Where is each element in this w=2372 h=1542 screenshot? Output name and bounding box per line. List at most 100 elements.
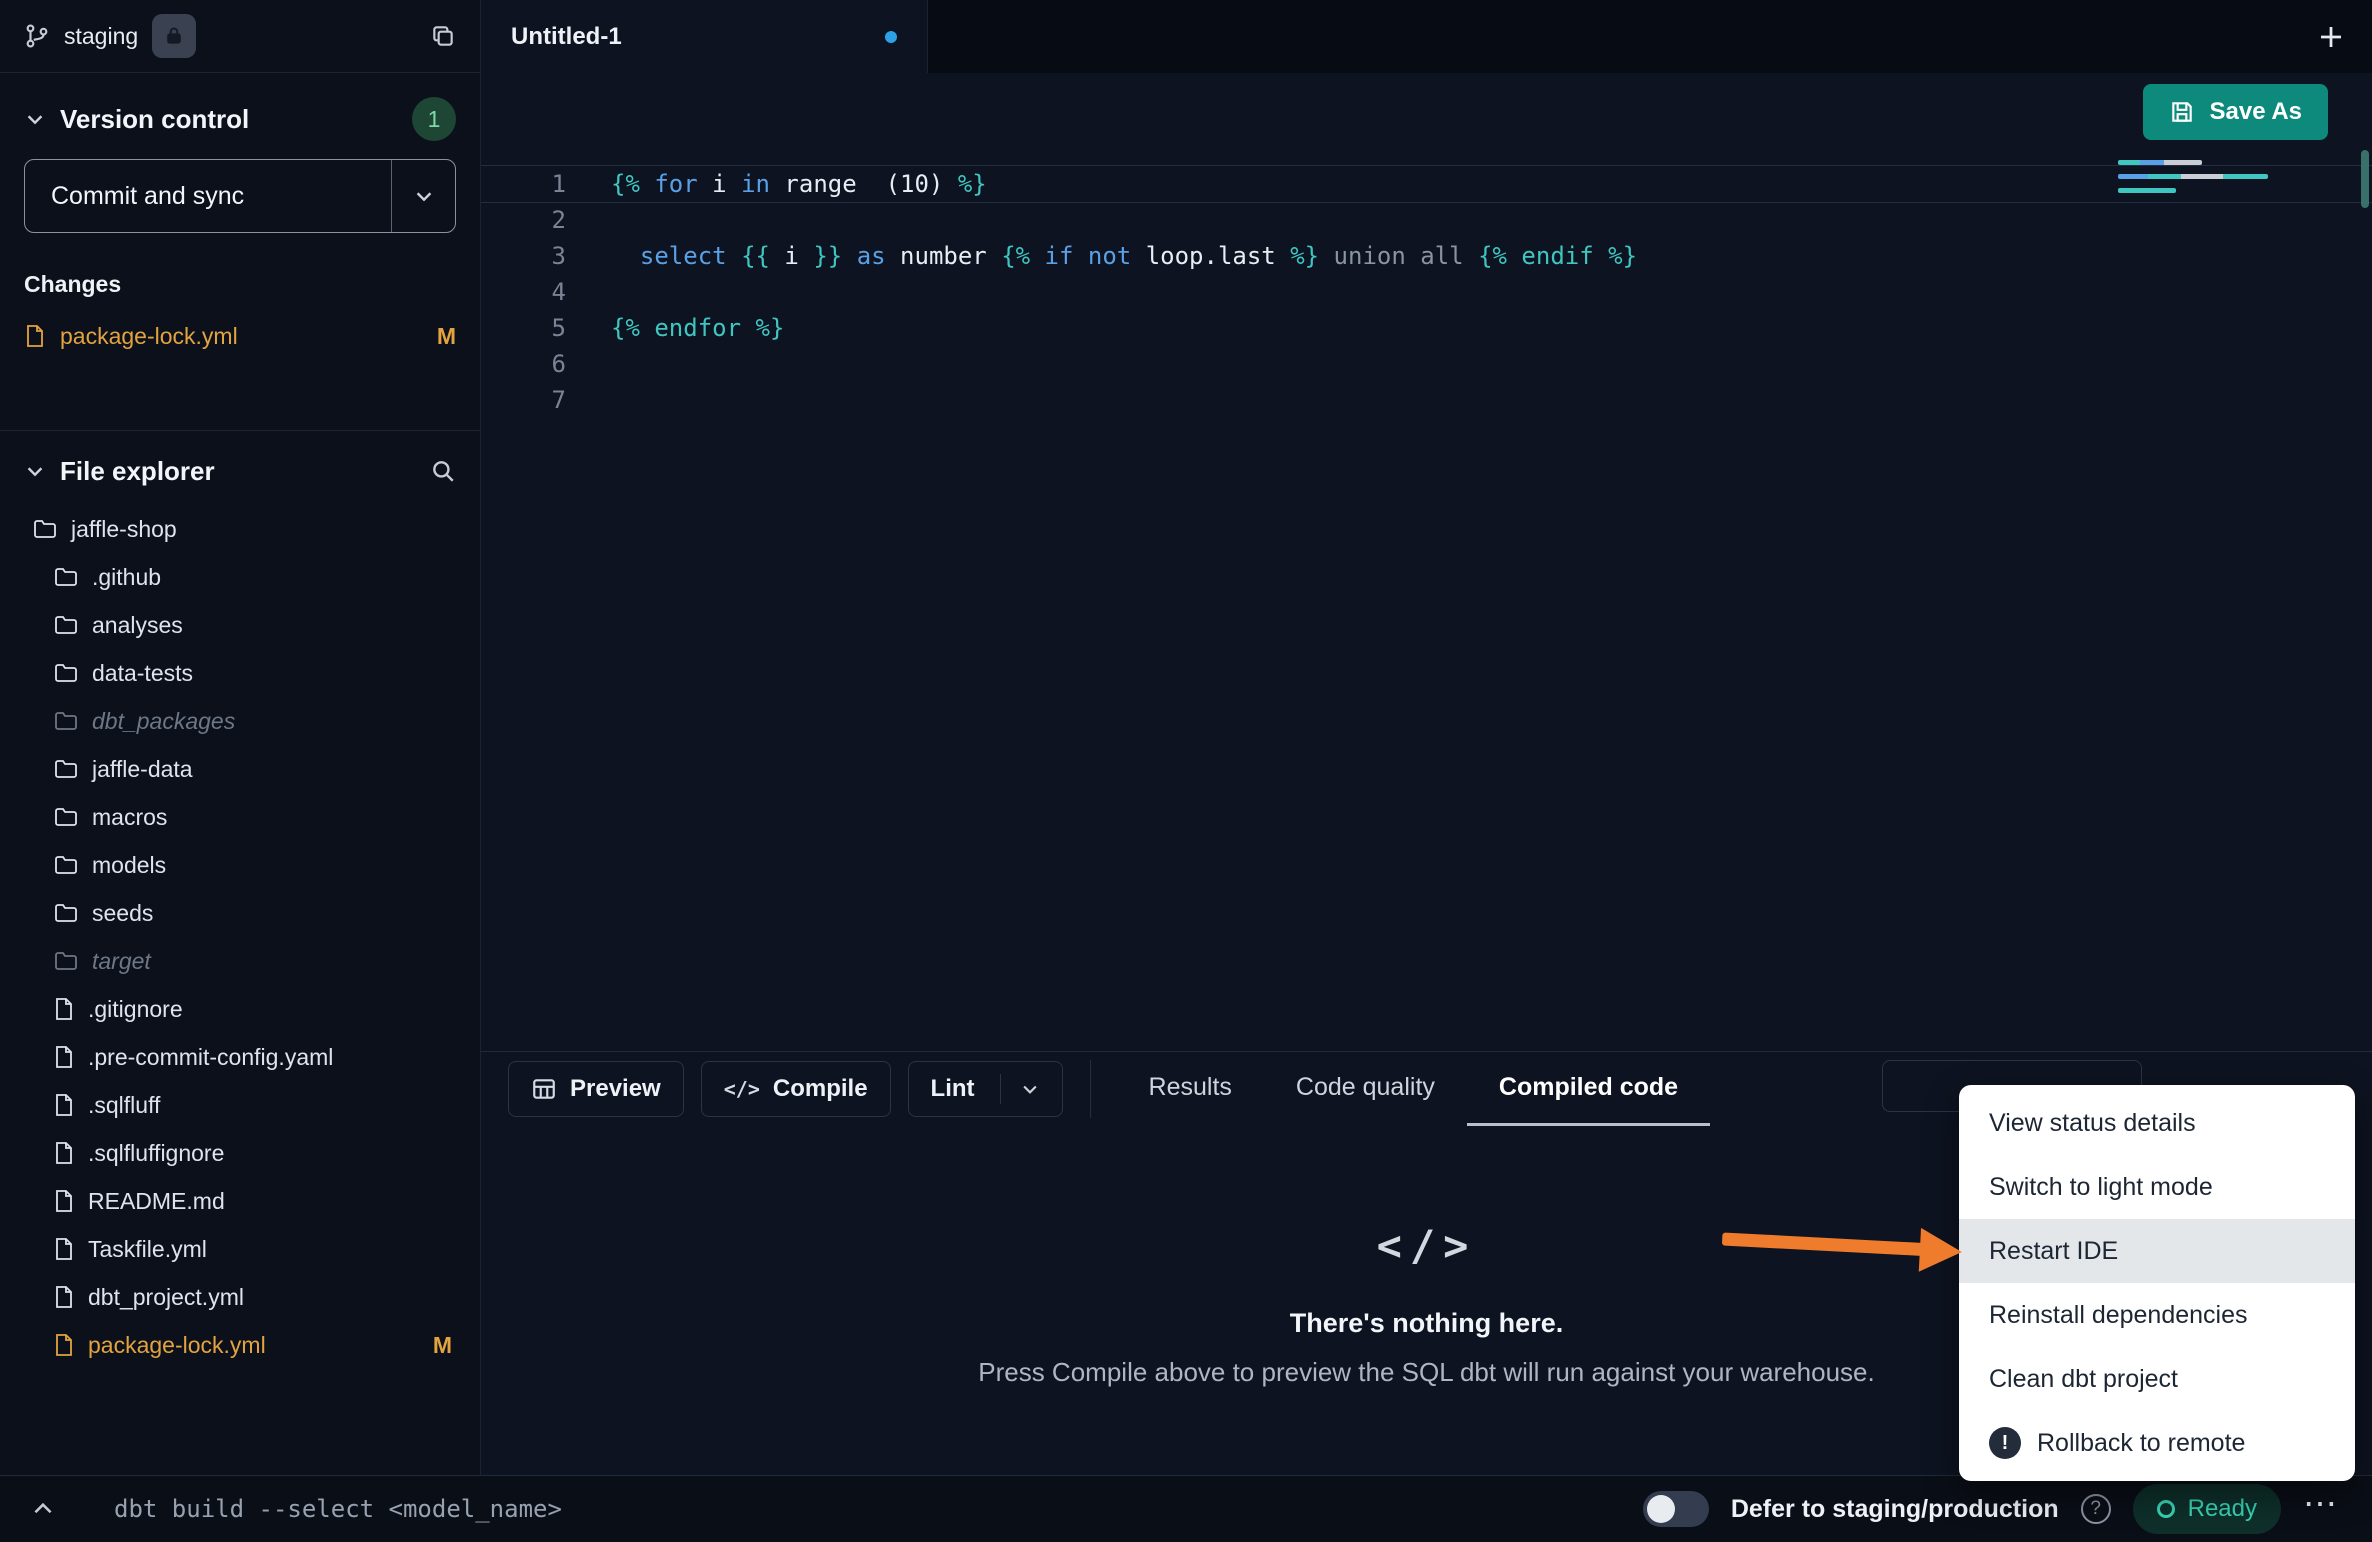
file-tree-label: data-tests — [92, 660, 193, 687]
preview-label: Preview — [570, 1075, 661, 1103]
tab-results[interactable]: Results — [1117, 1052, 1264, 1126]
file-tree-item-jaffle-shop[interactable]: jaffle-shop — [0, 505, 480, 553]
code-editor[interactable]: 1{% for i in range (10) %}23 select {{ i… — [481, 150, 2372, 1051]
search-icon[interactable] — [430, 458, 456, 484]
file-tree-item-jaffle-data[interactable]: jaffle-data — [0, 745, 480, 793]
changes-label: Changes — [24, 271, 456, 298]
file-tree-item-.sqlfluff[interactable]: .sqlfluff — [0, 1081, 480, 1129]
file-tree-item-.pre-commit-config.yaml[interactable]: .pre-commit-config.yaml — [0, 1033, 480, 1081]
menu-item-rollback-to-remote[interactable]: ! Rollback to remote — [1959, 1411, 2355, 1475]
file-tree-label: jaffle-shop — [71, 516, 177, 543]
line-number: 3 — [481, 238, 611, 274]
folder-icon — [54, 758, 78, 780]
file-tree-item-Taskfile.yml[interactable]: Taskfile.yml — [0, 1225, 480, 1273]
line-number: 7 — [481, 382, 611, 418]
line-number: 6 — [481, 346, 611, 382]
table-icon — [531, 1076, 557, 1102]
chevron-down-icon — [24, 108, 46, 130]
file-tree-item-target[interactable]: target — [0, 937, 480, 985]
menu-item-switch-to-light-mode[interactable]: Switch to light mode — [1959, 1155, 2355, 1219]
file-explorer-title: File explorer — [60, 456, 215, 487]
file-tree-label: seeds — [92, 900, 153, 927]
folder-icon — [54, 902, 78, 924]
file-tree-label: dbt_packages — [92, 708, 235, 735]
file-tree-item-seeds[interactable]: seeds — [0, 889, 480, 937]
menu-item-restart-ide[interactable]: Restart IDE — [1959, 1219, 2355, 1283]
save-icon — [2169, 99, 2195, 125]
result-tabs: ResultsCode qualityCompiled code — [1117, 1052, 1711, 1126]
copy-branch-icon[interactable] — [430, 23, 456, 49]
menu-item-view-status-details[interactable]: View status details — [1959, 1091, 2355, 1155]
code-line-3: 3 select {{ i }} as number {% if not loo… — [481, 238, 2372, 274]
editor-tabbar: Untitled-1 — [481, 0, 2372, 73]
compile-button[interactable]: </> Compile — [701, 1061, 891, 1117]
file-tree-item-package-lock.yml[interactable]: package-lock.ymlM — [0, 1321, 480, 1369]
branch-name: staging — [64, 23, 138, 50]
dbt-cloud-ide: staging Version control 1 Commit and syn… — [0, 0, 2372, 1542]
status-badge: Ready — [2133, 1484, 2281, 1534]
menu-item-label: Restart IDE — [1989, 1237, 2118, 1266]
file-tree-item-.gitignore[interactable]: .gitignore — [0, 985, 480, 1033]
menu-item-reinstall-dependencies[interactable]: Reinstall dependencies — [1959, 1283, 2355, 1347]
file-icon — [54, 1141, 74, 1165]
code-text: {% for i in range (10) %} — [611, 166, 987, 202]
command-input[interactable]: dbt build --select <model_name> — [114, 1495, 562, 1523]
save-as-button[interactable]: Save As — [2143, 84, 2328, 140]
file-tree-item-README.md[interactable]: README.md — [0, 1177, 480, 1225]
preview-button[interactable]: Preview — [508, 1061, 684, 1117]
tab-compiled-code[interactable]: Compiled code — [1467, 1052, 1710, 1126]
file-icon — [54, 1237, 74, 1261]
file-tree-item-macros[interactable]: macros — [0, 793, 480, 841]
file-tree-item-.github[interactable]: .github — [0, 553, 480, 601]
new-tab-button[interactable] — [2316, 22, 2346, 52]
file-tree-label: models — [92, 852, 166, 879]
lint-button[interactable]: Lint — [908, 1061, 1063, 1117]
empty-state-title: There's nothing here. — [1290, 1308, 1563, 1339]
file-icon — [54, 1189, 74, 1213]
file-explorer-header[interactable]: File explorer — [0, 447, 480, 495]
defer-toggle[interactable] — [1643, 1491, 1709, 1527]
modified-badge: M — [433, 1332, 452, 1359]
overflow-menu-icon[interactable]: ⋯ — [2303, 1487, 2340, 1531]
toolbar-divider — [1090, 1060, 1091, 1118]
code-line-4: 4 — [481, 274, 2372, 310]
changed-file-package-lock[interactable]: package-lock.yml M — [0, 312, 480, 360]
editor-scrollbar[interactable] — [2361, 150, 2369, 208]
file-tree-item-dbt_project.yml[interactable]: dbt_project.yml — [0, 1273, 480, 1321]
code-lines: 1{% for i in range (10) %}23 select {{ i… — [481, 150, 2372, 418]
tab-code-quality[interactable]: Code quality — [1264, 1052, 1467, 1126]
alert-icon: ! — [1989, 1427, 2021, 1459]
file-icon — [24, 324, 46, 348]
commit-and-sync-button[interactable]: Commit and sync — [24, 159, 456, 233]
file-icon — [54, 1045, 74, 1069]
chevron-up-icon[interactable] — [30, 1496, 56, 1522]
status-bar-right: Defer to staging/production ? Ready ⋯ — [1643, 1484, 2372, 1534]
save-as-label: Save As — [2209, 98, 2302, 126]
tab-untitled-1[interactable]: Untitled-1 — [481, 0, 928, 73]
file-tree-label: .github — [92, 564, 161, 591]
version-control-header[interactable]: Version control 1 — [0, 95, 480, 143]
file-tree-item-models[interactable]: models — [0, 841, 480, 889]
help-icon[interactable]: ? — [2081, 1494, 2111, 1524]
menu-item-clean-dbt-project[interactable]: Clean dbt project — [1959, 1347, 2355, 1411]
line-number: 1 — [481, 166, 611, 202]
file-tree-item-.sqlfluffignore[interactable]: .sqlfluffignore — [0, 1129, 480, 1177]
folder-icon — [54, 854, 78, 876]
file-tree-label: dbt_project.yml — [88, 1284, 244, 1311]
file-tree-item-data-tests[interactable]: data-tests — [0, 649, 480, 697]
file-tree-item-analyses[interactable]: analyses — [0, 601, 480, 649]
commit-options-dropdown[interactable] — [391, 160, 455, 232]
branch-bar: staging — [0, 0, 480, 73]
menu-item-label: Rollback to remote — [2037, 1429, 2245, 1458]
folder-icon — [54, 566, 78, 588]
file-tree-label: jaffle-data — [92, 756, 193, 783]
file-tree-label: analyses — [92, 612, 183, 639]
file-tree-label: .sqlfluff — [88, 1092, 160, 1119]
menu-item-label: Clean dbt project — [1989, 1365, 2178, 1394]
folder-icon — [54, 710, 78, 732]
file-tree-item-dbt_packages[interactable]: dbt_packages — [0, 697, 480, 745]
folder-icon — [33, 518, 57, 540]
empty-state-subtitle: Press Compile above to preview the SQL d… — [978, 1357, 1875, 1388]
menu-item-label: View status details — [1989, 1109, 2196, 1138]
file-icon — [54, 997, 74, 1021]
